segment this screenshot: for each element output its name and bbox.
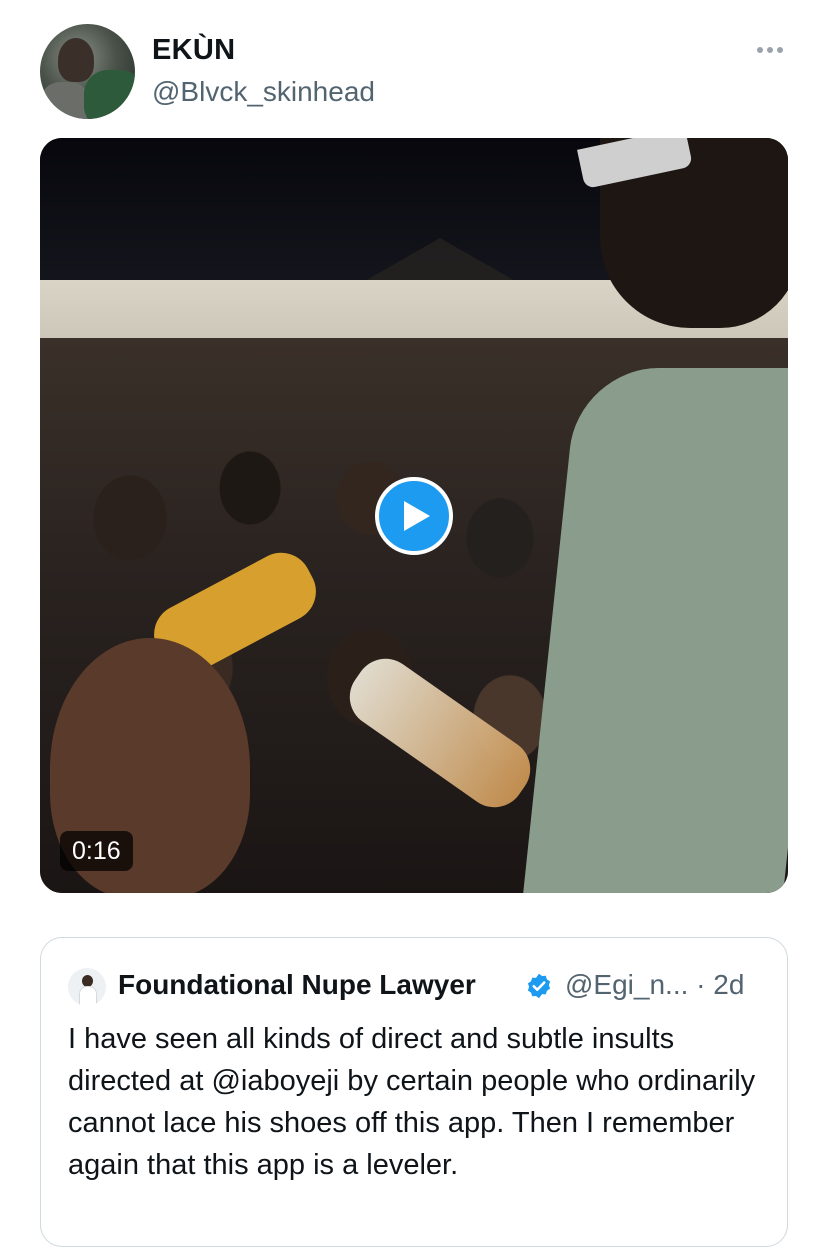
play-icon <box>404 501 430 531</box>
quoted-tweet-text: I have seen all kinds of direct and subt… <box>68 1023 756 1181</box>
author-handle[interactable]: @Blvck_skinhead <box>152 76 375 108</box>
video-player[interactable]: 0:16 <box>40 138 788 893</box>
more-options-button[interactable] <box>752 38 788 62</box>
quoted-author-handle-time: @Egi_n... · 2d <box>565 969 745 1000</box>
quoted-tweet-card[interactable]: Foundational Nupe Lawyer @Egi_n... · 2d … <box>40 937 788 1247</box>
more-horizontal-icon <box>757 47 763 53</box>
author-name[interactable]: EKÙN <box>152 34 235 67</box>
author-avatar[interactable] <box>40 24 135 119</box>
quoted-author-name: Foundational Nupe Lawyer <box>118 969 476 1000</box>
verified-badge-icon <box>527 973 551 999</box>
quoted-author-avatar <box>68 968 106 1006</box>
play-button[interactable] <box>375 477 453 555</box>
video-duration-badge: 0:16 <box>60 831 133 871</box>
